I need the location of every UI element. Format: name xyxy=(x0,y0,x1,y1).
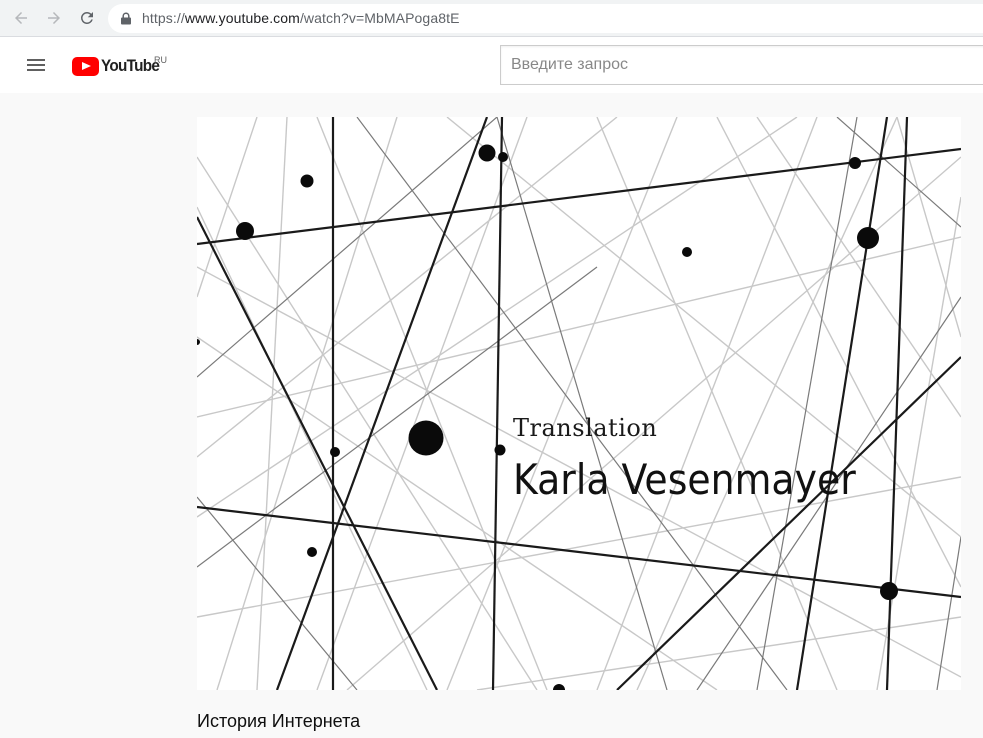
arrow-right-icon xyxy=(48,12,60,24)
back-button[interactable] xyxy=(9,6,33,30)
hamburger-menu-icon xyxy=(27,59,45,71)
url-domain: www.youtube.com xyxy=(184,10,300,26)
video-frame-network-graphic xyxy=(197,117,961,690)
video-overlay-subtitle: Translation xyxy=(513,414,658,442)
logo-text: YouTube xyxy=(101,56,160,75)
url-path: /watch?v=MbMAPoga8tE xyxy=(299,10,460,26)
reload-button[interactable] xyxy=(75,6,99,30)
url-prefix: https:// xyxy=(142,10,185,26)
address-bar[interactable]: https://www.youtube.com/watch?v=MbMAPoga… xyxy=(108,4,983,33)
reload-icon xyxy=(80,11,93,24)
url-text: https://www.youtube.com/watch?v=MbMAPoga… xyxy=(142,10,460,26)
lock-icon xyxy=(121,12,131,25)
video-overlay-title: Karla Vesenmayer xyxy=(513,455,856,504)
video-title: История Интернета xyxy=(197,711,361,731)
video-player[interactable]: Translation Karla Vesenmayer xyxy=(197,117,961,690)
youtube-header: YouTube RU xyxy=(0,37,983,93)
guide-menu-button[interactable] xyxy=(24,53,48,77)
forward-button[interactable] xyxy=(42,6,66,30)
search-input[interactable] xyxy=(511,56,981,74)
youtube-logo[interactable]: YouTube xyxy=(72,55,166,77)
browser-toolbar: https://www.youtube.com/watch?v=MbMAPoga… xyxy=(0,0,983,37)
youtube-play-icon xyxy=(72,56,99,76)
region-label: RU xyxy=(154,55,167,65)
search-box[interactable] xyxy=(500,45,983,85)
arrow-left-icon xyxy=(15,12,27,24)
